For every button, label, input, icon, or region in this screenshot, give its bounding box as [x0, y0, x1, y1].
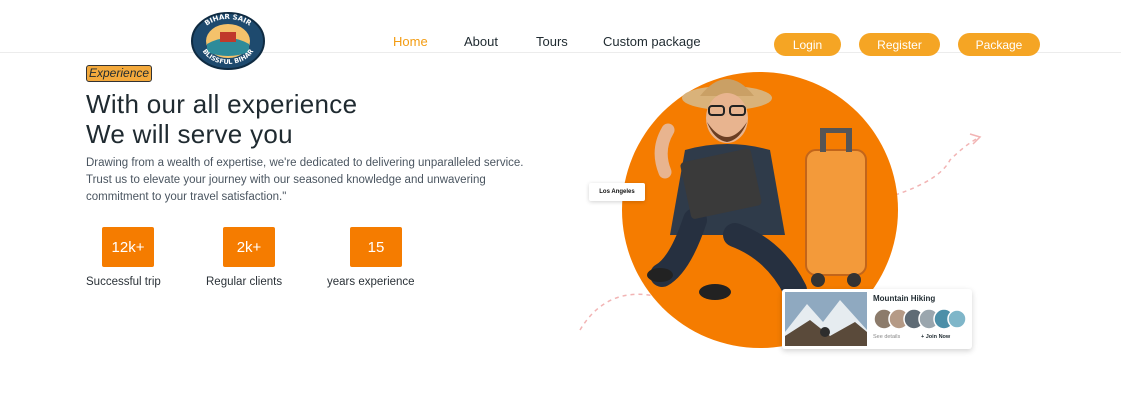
avatar	[947, 309, 967, 329]
experience-tag: Experience	[86, 65, 153, 82]
location-card: Los Angeles	[589, 183, 645, 201]
stat-clients-value: 2k+	[223, 227, 275, 267]
headline-line-1: With our all experience	[86, 89, 358, 119]
shoe-right	[647, 268, 673, 282]
stat-years-label: years experience	[327, 276, 415, 288]
thumbs-up-arm	[654, 123, 675, 179]
package-button[interactable]: Package	[958, 33, 1040, 56]
header-divider	[0, 52, 1121, 53]
dashed-path-right	[894, 137, 979, 196]
join-now-link[interactable]: + Join Now	[921, 334, 950, 340]
headline-line-2: We will serve you	[86, 119, 293, 149]
shoe-left	[699, 284, 731, 300]
nav-tours[interactable]: Tours	[536, 34, 568, 49]
bihar-sair-logo[interactable]: BIHAR SAIR BLISSFUL BIHAR	[190, 12, 266, 70]
login-button[interactable]: Login	[774, 33, 841, 56]
tour-thumbnail	[785, 292, 867, 346]
nav-home[interactable]: Home	[393, 34, 428, 49]
suitcase-icon	[805, 149, 867, 276]
stat-clients-label: Regular clients	[206, 276, 283, 288]
nav-custom-package[interactable]: Custom package	[603, 34, 701, 49]
stat-years-value: 15	[350, 227, 402, 267]
nav-about[interactable]: About	[464, 34, 498, 49]
stat-trips-value: 12k+	[102, 227, 154, 267]
tour-title: Mountain Hiking	[873, 294, 936, 303]
see-details-link[interactable]: See details	[873, 334, 900, 340]
hero-headline: With our all experience We will serve yo…	[86, 89, 357, 149]
hero-description: Drawing from a wealth of expertise, we'r…	[86, 157, 524, 203]
traveler-avatars	[873, 308, 967, 330]
face	[706, 93, 748, 143]
register-button[interactable]: Register	[859, 33, 940, 56]
stat-trips-label: Successful trip	[86, 276, 161, 288]
